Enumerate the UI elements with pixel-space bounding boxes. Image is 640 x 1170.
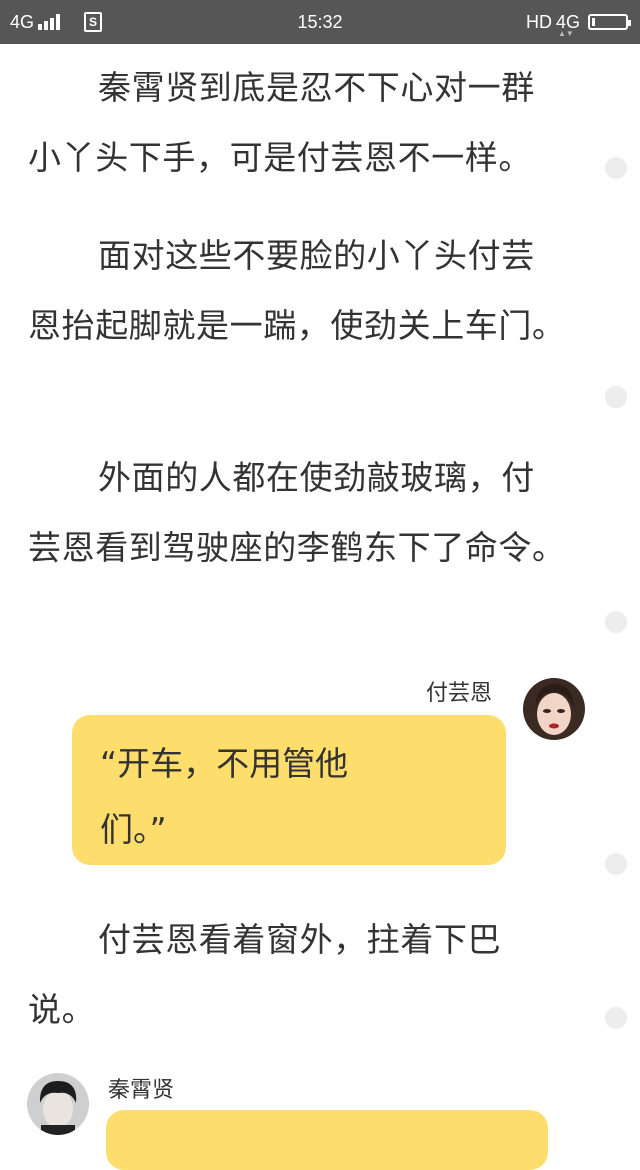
comment-dot-icon[interactable] — [605, 1007, 627, 1029]
network-type-right: 4G ▲▼ — [555, 11, 580, 38]
dialog-bubble: “开车，不用管他们。” — [72, 715, 506, 865]
data-activity-icon: ▲▼ — [557, 28, 574, 38]
speaker-name: 付芸恩 — [426, 681, 493, 706]
hd-label: HD — [525, 11, 552, 32]
comment-dot-icon[interactable] — [605, 853, 627, 875]
story-paragraph: 外面的人都在使劲敲玻璃，付芸恩看到驾驶座的李鹤东下了命令。 — [28, 458, 566, 567]
dialog-text: “开车，不用管他们。” — [100, 744, 349, 849]
comment-dot-icon[interactable] — [605, 611, 627, 633]
battery-icon — [588, 14, 631, 30]
comment-dot-icon[interactable] — [605, 386, 627, 408]
speaker-name: 秦霄贤 — [108, 1078, 175, 1103]
comment-dot-icon[interactable] — [605, 157, 627, 179]
status-bar: 4G S 15:32 HD 4G ▲▼ — [0, 0, 640, 44]
speaker-avatar[interactable] — [27, 1073, 89, 1135]
dialog-bubble — [106, 1110, 548, 1170]
story-paragraph: 面对这些不要脸的小丫头付芸恩抬起脚就是一踹，使劲关上车门。 — [28, 236, 566, 345]
battery-level — [592, 18, 595, 26]
speaker-avatar[interactable] — [523, 678, 585, 740]
status-right-group: HD 4G ▲▼ — [525, 0, 631, 44]
story-paragraph: 秦霄贤到底是忍不下心对一群小丫头下手，可是付芸恩不一样。 — [28, 68, 535, 177]
story-paragraph: 付芸恩看着窗外，拄着下巴说。 — [28, 920, 502, 1029]
